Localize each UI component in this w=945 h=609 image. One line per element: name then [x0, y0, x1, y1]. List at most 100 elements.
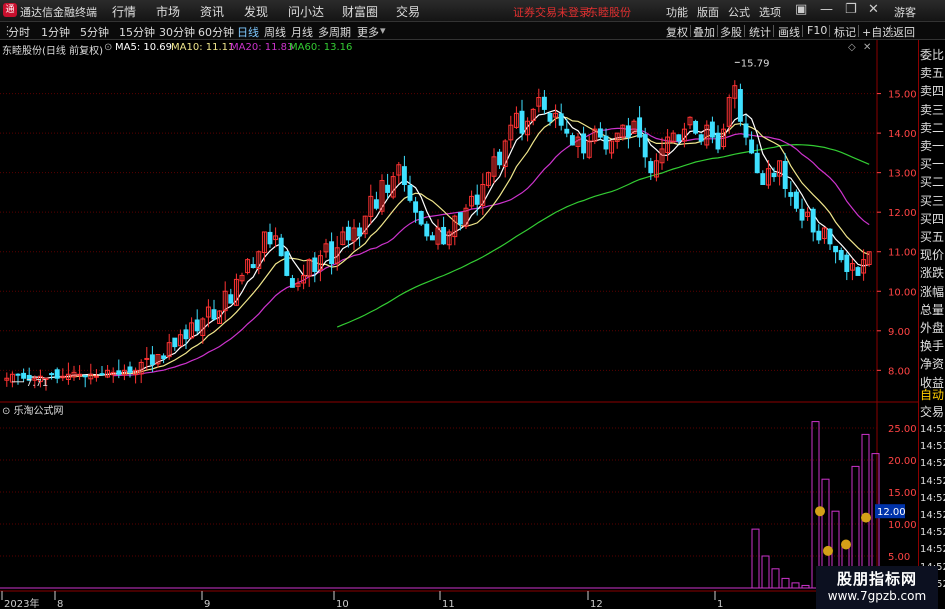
candle	[82, 375, 88, 378]
auto-toggle[interactable]: 自动	[920, 386, 944, 404]
candle	[278, 237, 284, 257]
menu-caifuquan[interactable]: 财富圈	[342, 3, 378, 20]
candle	[54, 369, 60, 379]
app-logo-icon: 通	[3, 3, 17, 17]
quote-field: 买四	[920, 211, 945, 226]
menu-jiaoyi[interactable]: 交易	[396, 3, 420, 20]
current-stock: 东睦股份	[587, 6, 631, 19]
tf-15min[interactable]: 15分钟	[119, 24, 155, 40]
tf-daily[interactable]: 日线	[237, 24, 259, 40]
quote-field: 现价	[920, 248, 945, 263]
menu-banmian[interactable]: 版面	[697, 4, 719, 20]
user-label[interactable]: 游客	[894, 4, 916, 20]
close-icon[interactable]: ✕	[868, 2, 879, 17]
candle	[312, 257, 318, 272]
candle	[564, 128, 570, 134]
candle	[429, 235, 435, 241]
candle	[149, 354, 155, 365]
candle	[385, 184, 391, 193]
candle	[329, 241, 335, 265]
title-bar: 通 通达信金融终端 行情 市场 资讯 发现 问小达 财富圈 交易 证券交易未登录…	[0, 0, 945, 22]
money-bag-icon	[841, 539, 851, 550]
indicator-bar	[811, 421, 820, 589]
tf-monthly[interactable]: 月线	[291, 24, 313, 40]
tf-5min[interactable]: 5分钟	[80, 24, 109, 40]
btn-f10[interactable]: F10	[807, 24, 827, 37]
candle	[793, 191, 799, 209]
menu-faxian[interactable]: 发现	[244, 3, 268, 20]
candle	[172, 337, 178, 348]
indicator-bar	[791, 582, 800, 589]
date-label: 1	[717, 599, 723, 609]
candle	[816, 230, 822, 241]
candle	[558, 113, 564, 126]
btn-zixuan[interactable]: +自选	[862, 24, 893, 40]
candle	[284, 251, 290, 276]
tf-multi[interactable]: 多周期	[318, 24, 351, 40]
tf-30min[interactable]: 30分钟	[159, 24, 195, 40]
tick-time: 14:52	[920, 510, 945, 521]
minimize-icon[interactable]: —	[820, 2, 833, 17]
candle	[99, 373, 105, 376]
menu-hangqing[interactable]: 行情	[112, 3, 136, 20]
candle	[373, 199, 379, 209]
menu-gongneng[interactable]: 功能	[666, 4, 688, 20]
candle	[424, 223, 430, 237]
btn-biaoji[interactable]: 标记	[834, 24, 856, 40]
tf-1min[interactable]: 1分钟	[41, 24, 70, 40]
candle	[93, 375, 99, 378]
tf-more[interactable]: 更多	[357, 24, 379, 40]
quote-field: 卖五	[920, 66, 945, 81]
money-bag-icon	[815, 506, 825, 517]
candle	[737, 89, 743, 122]
ma10-path	[57, 116, 870, 378]
kline-chart[interactable]: 8.009.0010.0011.0012.0013.0014.0015.00 5…	[0, 40, 918, 609]
skin-icon[interactable]: ▣	[795, 2, 807, 17]
candle	[754, 152, 760, 174]
tick-time: 14:52	[920, 492, 945, 504]
tick-time: 14:52	[920, 527, 945, 539]
candle	[799, 208, 805, 221]
menu-xuanxiang[interactable]: 选项	[759, 4, 781, 20]
indicator-panel: 5.00 10.00 15.00 20.00 25.00 12.00	[0, 421, 917, 589]
candle	[547, 112, 553, 122]
trade-label[interactable]: 交易	[920, 403, 944, 421]
more-chevron-icon[interactable]: ▾	[380, 24, 386, 37]
menu-shichang[interactable]: 市场	[156, 3, 180, 20]
candle	[250, 264, 256, 269]
candles	[4, 80, 872, 391]
btn-fuquan[interactable]: 复权	[666, 24, 688, 40]
tf-fenshi[interactable]: 分时	[8, 24, 30, 40]
price-tick: 15.00	[888, 90, 917, 101]
tf-60min[interactable]: 60分钟	[198, 24, 234, 40]
candle	[457, 212, 463, 225]
price-tick: 14.00	[888, 129, 917, 140]
restore-icon[interactable]: ❐	[845, 2, 857, 17]
menu-wenxiaoda[interactable]: 问小达	[288, 3, 324, 20]
indicator-bar	[861, 433, 870, 589]
btn-huaxian[interactable]: 画线	[778, 24, 800, 40]
btn-fanhui[interactable]: 返回	[893, 24, 915, 40]
candle	[715, 132, 721, 150]
candle	[698, 134, 704, 142]
btn-duogu[interactable]: 多股	[720, 24, 742, 40]
candle	[597, 128, 603, 138]
menu-gongshi[interactable]: 公式	[728, 4, 750, 20]
menu-zixun[interactable]: 资讯	[200, 3, 224, 20]
annotations: 15.79 7.71	[12, 58, 769, 389]
indicator-bar	[761, 555, 770, 589]
tf-weekly[interactable]: 周线	[264, 24, 286, 40]
value-badge-text: 12.00	[877, 507, 906, 518]
btn-diejia[interactable]: 叠加	[693, 24, 715, 40]
app-name: 通达信金融终端	[20, 6, 97, 19]
tick-time: 14:51	[920, 441, 945, 453]
candle	[838, 250, 844, 261]
money-bag-icon	[823, 545, 833, 556]
candle	[569, 135, 575, 146]
btn-tongji[interactable]: 统计	[749, 24, 771, 40]
login-status[interactable]: 证券交易未登录	[513, 4, 590, 20]
candle	[782, 160, 788, 189]
candle	[810, 208, 816, 233]
timeframe-bar: ⋮ 分时 1分钟 5分钟 15分钟 30分钟 60分钟 日线 周线 月线 多周期…	[0, 22, 945, 40]
price-axis: 8.00 9.00 10.00 11.00 12.00 13.00 14.00 15.00	[877, 90, 917, 377]
